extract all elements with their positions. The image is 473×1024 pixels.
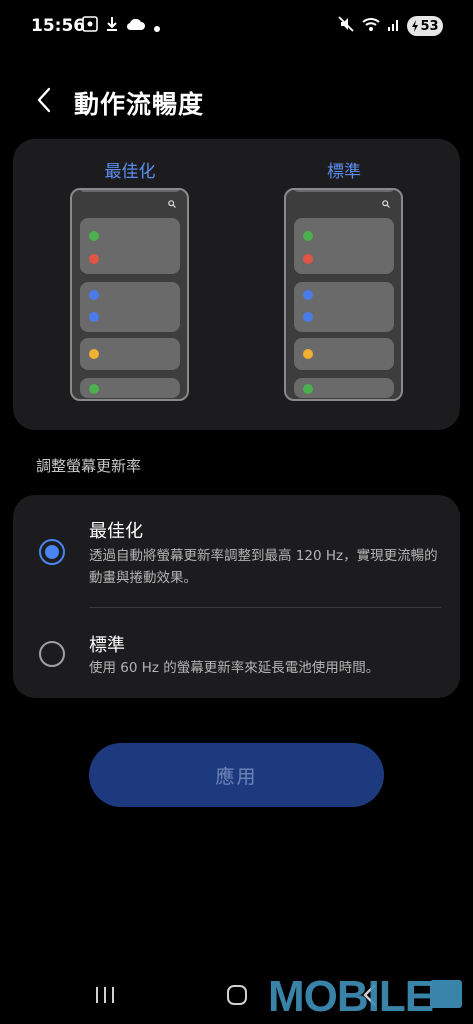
option-standard[interactable]: 標準 使用 60 Hz 的螢幕更新率來延長電池使用時間。 — [13, 608, 460, 698]
phone-mockup — [70, 188, 189, 401]
recents-button[interactable] — [94, 985, 116, 1009]
list-item — [294, 378, 394, 398]
list-item — [294, 282, 394, 332]
search-icon — [382, 200, 390, 208]
battery-level: 53 — [420, 18, 439, 34]
page-title: 動作流暢度 — [74, 90, 205, 119]
home-button[interactable] — [227, 985, 247, 1005]
search-icon — [168, 200, 176, 208]
option-title: 最佳化 — [89, 521, 143, 542]
option-description: 透過自動將螢幕更新率調整到最高 120 Hz，實現更流暢的動畫與捲動效果。 — [89, 548, 438, 586]
list-item — [80, 378, 180, 398]
list-item — [294, 218, 394, 274]
mute-icon — [337, 15, 355, 37]
status-time: 15:56 — [31, 16, 86, 36]
phone-mockup — [284, 188, 403, 401]
cloud-icon — [126, 16, 146, 36]
status-bar: 15:56 53 — [0, 0, 473, 52]
apply-button[interactable]: 應用 — [89, 743, 384, 807]
option-optimized[interactable]: 最佳化 透過自動將螢幕更新率調整到最高 120 Hz，實現更流暢的動畫與捲動效果… — [13, 495, 460, 607]
list-item — [80, 190, 180, 192]
charging-bolt-icon — [412, 20, 419, 32]
back-button[interactable] — [28, 84, 60, 116]
watermark-logo: MOBILE — [268, 972, 434, 1021]
section-label: 調整螢幕更新率 — [36, 457, 142, 475]
battery-indicator: 53 — [407, 16, 443, 36]
download-icon — [106, 16, 118, 36]
list-item — [80, 338, 180, 370]
preview-label-optimized: 最佳化 — [104, 162, 156, 182]
notification-dot-icon — [154, 17, 160, 36]
option-title: 標準 — [89, 635, 125, 656]
wifi-icon — [361, 16, 381, 36]
option-description: 使用 60 Hz 的螢幕更新率來延長電池使用時間。 — [89, 660, 380, 676]
radio-standard[interactable] — [39, 641, 65, 667]
preview-label-standard: 標準 — [327, 162, 361, 182]
signal-icon — [387, 16, 401, 36]
list-item — [294, 338, 394, 370]
list-item — [294, 190, 394, 192]
list-item — [80, 218, 180, 274]
radio-optimized[interactable] — [39, 539, 65, 565]
list-item — [80, 282, 180, 332]
preview-card: 最佳化 標準 — [13, 139, 460, 430]
recents-icon — [96, 987, 114, 1003]
chevron-left-icon — [37, 87, 51, 113]
screenshot-icon — [82, 16, 98, 36]
refresh-rate-options: 最佳化 透過自動將螢幕更新率調整到最高 120 Hz，實現更流暢的動畫與捲動效果… — [13, 495, 460, 698]
watermark-bubble-icon — [430, 980, 462, 1008]
